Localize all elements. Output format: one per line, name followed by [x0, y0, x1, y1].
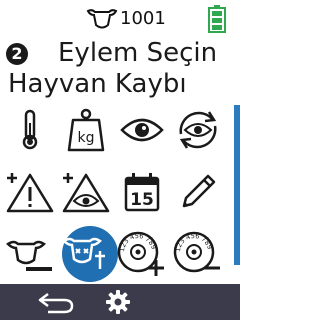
eye-refresh-icon: [179, 111, 217, 149]
settings-button[interactable]: [104, 288, 136, 316]
page-subtitle: Hayvan Kaybı: [8, 69, 187, 99]
action-calendar[interactable]: 15: [114, 170, 170, 214]
back-button[interactable]: [34, 288, 78, 316]
calendar-icon: 15: [124, 173, 160, 212]
action-view[interactable]: [114, 108, 170, 152]
ear-tag-remove-icon: 123 456 789: [173, 231, 220, 273]
ear-tag-add-icon: 123 456 789: [117, 231, 164, 276]
cow-remove-icon: [6, 240, 52, 271]
gear-icon: [106, 290, 130, 314]
action-add-ear-tag[interactable]: 123 456 789: [114, 231, 170, 276]
calendar-day-label: 15: [130, 190, 154, 210]
eye-icon: [120, 118, 164, 142]
thermometer-icon: [22, 109, 38, 150]
warning-plus-icon: [6, 173, 54, 213]
action-remove-ear-tag[interactable]: 123 456 789: [170, 231, 226, 276]
status-bar: 1001: [0, 0, 240, 38]
action-alert-add[interactable]: [2, 170, 58, 214]
bottom-bar: [0, 284, 240, 320]
action-animal-loss[interactable]: [58, 226, 118, 282]
weight-kg-icon: kg: [67, 108, 105, 152]
ear-tag-number: 123 456 789: [118, 232, 158, 252]
action-thermometer[interactable]: [2, 108, 58, 152]
action-grid: kg 15 123 456 789 123 456 789: [2, 108, 230, 284]
page-title: Eylem Seçin: [58, 38, 218, 68]
action-observation-alert[interactable]: [58, 170, 114, 214]
pencil-icon: [182, 174, 216, 208]
cow-head-icon: [86, 9, 118, 29]
action-remove-animal[interactable]: [2, 232, 58, 276]
cow-death-icon: [62, 237, 105, 269]
page-header: 2 Eylem Seçin Hayvan Kaybı: [4, 38, 236, 103]
step-badge: 2: [6, 43, 28, 65]
svg-text:123 456 789: 123 456 789: [118, 232, 158, 252]
action-weight[interactable]: kg: [58, 108, 114, 152]
ear-tag-number: 123 456 789: [174, 232, 214, 252]
action-edit[interactable]: [170, 170, 226, 214]
action-view-refresh[interactable]: [170, 108, 226, 152]
back-arrow-icon: [38, 293, 74, 314]
battery-full-icon: [208, 5, 226, 33]
svg-text:123 456 789: 123 456 789: [174, 232, 214, 252]
weight-kg-label: kg: [78, 130, 95, 146]
eye-warning-plus-icon: [62, 173, 110, 213]
animal-number: 1001: [120, 8, 166, 29]
scrollbar[interactable]: [234, 105, 240, 265]
